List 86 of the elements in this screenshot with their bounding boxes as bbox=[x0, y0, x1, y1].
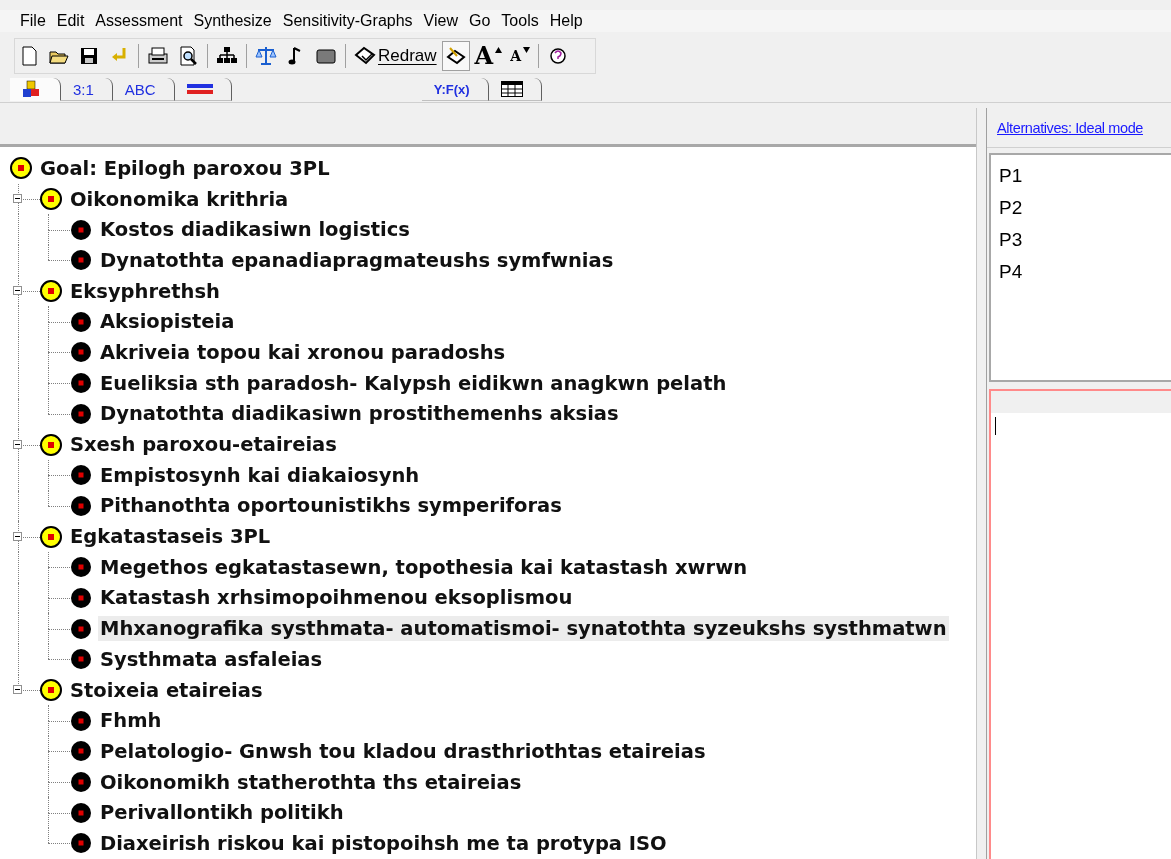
redraw-button[interactable]: Redraw bbox=[351, 41, 440, 71]
triangle-icon bbox=[495, 47, 503, 53]
tab[interactable]: ABC bbox=[112, 78, 175, 101]
text-cursor bbox=[995, 417, 996, 435]
magnifier-icon bbox=[177, 45, 199, 67]
tree-node[interactable]: Perivallontikh politikh bbox=[98, 800, 346, 826]
node-icon bbox=[40, 679, 62, 702]
tree-node[interactable]: Megethos egkatastasewn, topothesia kai katastash xwrwn bbox=[98, 554, 750, 580]
tree-node[interactable]: Eueliksia sth paradosh- Kalypsh eidikwn anagkwn pelath bbox=[98, 370, 729, 396]
node-icon bbox=[70, 494, 92, 517]
tree-node[interactable]: Kostos diadikasiwn logistics bbox=[98, 217, 412, 243]
triangle-icon bbox=[523, 47, 531, 53]
tree-node[interactable]: Stoixeia etaireias bbox=[68, 677, 265, 703]
node-icon bbox=[70, 402, 92, 425]
tab[interactable] bbox=[174, 78, 232, 101]
alternative-item[interactable]: P3 bbox=[999, 224, 1171, 256]
tab[interactable]: Y:F(x) bbox=[421, 78, 489, 101]
eraser-icon bbox=[444, 45, 467, 67]
node-icon bbox=[70, 709, 92, 732]
tab[interactable] bbox=[10, 78, 61, 101]
cubes-icon bbox=[22, 80, 42, 98]
tab[interactable]: 3:1 bbox=[61, 78, 113, 101]
tree-node[interactable]: Oikonomikh statherothta ths etaireias bbox=[98, 769, 524, 795]
scales-icon bbox=[255, 45, 277, 67]
tree-node[interactable]: Katastash xrhsimopoihmenou eksoplismou bbox=[98, 585, 575, 611]
collapse-toggle[interactable] bbox=[13, 531, 22, 541]
tree-node[interactable]: Dynatothta epanadiapragmateushs symfwnias bbox=[98, 247, 616, 273]
node-icon bbox=[70, 464, 92, 487]
alternatives-link[interactable]: Alternatives: Ideal mode bbox=[997, 119, 1143, 136]
collapse-toggle[interactable] bbox=[13, 439, 22, 449]
tree-node[interactable]: Empistosynh kai diakaiosynh bbox=[98, 462, 422, 488]
node-icon bbox=[70, 617, 92, 640]
tree-node[interactable]: Sxesh paroxou-etaireias bbox=[68, 432, 339, 458]
menu-item[interactable]: Assessment bbox=[95, 12, 183, 30]
stripes-icon bbox=[186, 83, 213, 95]
table-icon bbox=[500, 81, 523, 97]
collapse-toggle[interactable] bbox=[13, 194, 22, 204]
tab[interactable] bbox=[488, 78, 542, 101]
tree-node[interactable]: Dynatothta diadikasiwn prostithemenhs aksias bbox=[98, 401, 621, 427]
node-icon bbox=[40, 433, 62, 456]
node-icon bbox=[70, 832, 92, 855]
menu-item[interactable]: View bbox=[423, 12, 458, 30]
tree-node[interactable]: Goal: Epilogh paroxou 3PL bbox=[38, 155, 332, 181]
node-icon bbox=[70, 249, 92, 272]
collapse-toggle[interactable] bbox=[13, 286, 22, 296]
tree-node[interactable]: Egkatastaseis 3PL bbox=[68, 524, 273, 550]
menu-item[interactable]: Edit bbox=[56, 12, 85, 30]
pointer-button[interactable] bbox=[441, 41, 470, 71]
alternative-item[interactable]: P4 bbox=[999, 256, 1171, 288]
tree-node[interactable]: Systhmata asfaleias bbox=[98, 646, 325, 672]
node-icon bbox=[40, 280, 62, 303]
menu-item[interactable]: Synthesize bbox=[193, 12, 272, 30]
node-icon bbox=[70, 556, 92, 579]
node-icon bbox=[10, 157, 32, 180]
node-icon bbox=[70, 648, 92, 671]
menu-item[interactable]: Sensitivity-Graphs bbox=[282, 12, 413, 30]
menu-item[interactable]: Help bbox=[549, 12, 583, 30]
tree-node[interactable]: Eksyphrethsh bbox=[68, 278, 222, 304]
alternative-item[interactable]: P2 bbox=[999, 192, 1171, 224]
tree-node[interactable]: Oikonomika krithria bbox=[68, 186, 291, 212]
node-icon bbox=[70, 372, 92, 395]
node-icon bbox=[70, 586, 92, 609]
menu-item[interactable]: File bbox=[20, 12, 46, 30]
node-icon bbox=[40, 525, 62, 548]
node-icon bbox=[40, 188, 62, 211]
eraser-icon bbox=[354, 46, 376, 66]
tree-node[interactable]: Pelatologio- Gnwsh tou kladou drasthriothtas etaireias bbox=[98, 738, 708, 764]
node-icon bbox=[70, 218, 92, 241]
font-smaller-button[interactable]: A bbox=[507, 41, 534, 71]
tree-node[interactable]: Aksiopisteia bbox=[98, 309, 237, 335]
node-icon bbox=[70, 801, 92, 824]
node-icon bbox=[70, 310, 92, 333]
tree-node[interactable]: Fhmh bbox=[98, 708, 164, 734]
menu-item[interactable]: Go bbox=[469, 12, 491, 30]
font-larger-button[interactable]: A bbox=[471, 41, 506, 71]
node-icon bbox=[70, 740, 92, 763]
collapse-toggle[interactable] bbox=[13, 685, 22, 695]
tree-node[interactable]: Akriveia topou kai xronou paradoshs bbox=[98, 339, 508, 365]
node-icon bbox=[70, 771, 92, 794]
printer-icon bbox=[147, 45, 169, 67]
node-icon bbox=[70, 341, 92, 364]
menu-item[interactable]: Tools bbox=[501, 12, 539, 30]
alternative-item[interactable]: P1 bbox=[999, 160, 1171, 192]
tree-node[interactable]: Mhxanografika systhmata- automatismoi- synatothta syzeukshs systhmatwn bbox=[98, 616, 949, 642]
tree-node[interactable]: Pithanothta oportounistikhs symperiforas bbox=[98, 493, 564, 519]
tree-node[interactable]: Diaxeirish riskou kai pistopoihsh me ta protypa ISO bbox=[98, 830, 669, 856]
